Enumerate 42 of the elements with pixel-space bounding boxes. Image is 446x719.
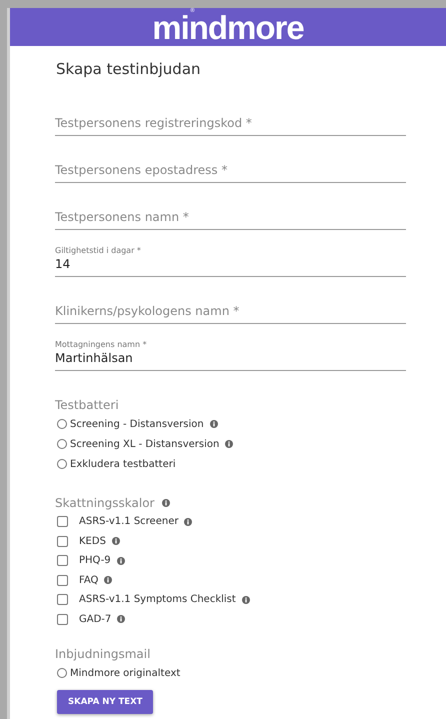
checkbox-label: GAD-7 <box>79 614 112 625</box>
create-text-button[interactable]: SKAPA NY TEXT <box>57 690 154 714</box>
page-title: Skapa testinbjudan <box>56 60 202 80</box>
option-label: Screening - Distansversion <box>70 418 204 430</box>
radio-button[interactable] <box>57 419 67 429</box>
checkbox[interactable] <box>57 536 68 547</box>
option-label: Screening XL - Distansversion <box>70 438 220 450</box>
text-field[interactable]: Testpersonens namn * <box>55 210 406 230</box>
info-icon[interactable] <box>242 596 250 604</box>
checkbox-label: KEDS <box>79 536 106 547</box>
checkbox[interactable] <box>57 555 68 566</box>
section-heading: Inbjudningsmail <box>55 647 150 661</box>
info-icon[interactable] <box>112 537 120 546</box>
checkbox[interactable] <box>57 516 68 528</box>
checkbox-label: ASRS-v1.1 Symptoms Checklist <box>79 594 236 606</box>
info-icon[interactable] <box>116 556 125 565</box>
radio-button[interactable] <box>57 459 67 469</box>
info-icon[interactable] <box>117 615 126 624</box>
field-label: Mottagningens namn * <box>55 340 147 349</box>
field-label: Giltighetstid i dagar * <box>55 246 141 255</box>
checkbox[interactable] <box>57 574 68 586</box>
radio-button[interactable] <box>57 439 67 449</box>
text-field[interactable]: Testpersonens epostadress * <box>55 163 406 183</box>
checkbox-label: ASRS-v1.1 Screener <box>79 516 178 528</box>
text-field[interactable]: Martinhälsan <box>55 351 406 371</box>
section-heading: Testbatteri <box>55 398 119 412</box>
option-label: Mindmore originaltext <box>70 668 180 678</box>
radio-button[interactable] <box>57 668 67 678</box>
text-field[interactable]: Klinikerns/psykologens namn * <box>55 304 406 324</box>
info-icon[interactable] <box>162 499 170 507</box>
info-icon[interactable] <box>210 420 218 428</box>
option-label: Exkludera testbatteri <box>70 458 176 470</box>
section-heading: Skattningsskalor <box>55 496 154 510</box>
info-icon[interactable] <box>104 576 112 584</box>
checkbox[interactable] <box>57 614 68 625</box>
checkbox[interactable] <box>57 594 68 606</box>
checkbox-label: FAQ <box>79 574 98 586</box>
info-icon[interactable] <box>184 518 192 526</box>
text-field[interactable]: Testpersonens registreringskod * <box>55 116 406 136</box>
text-field[interactable]: 14 <box>55 257 406 277</box>
checkbox-label: PHQ-9 <box>79 555 111 566</box>
info-icon[interactable] <box>225 440 234 448</box>
